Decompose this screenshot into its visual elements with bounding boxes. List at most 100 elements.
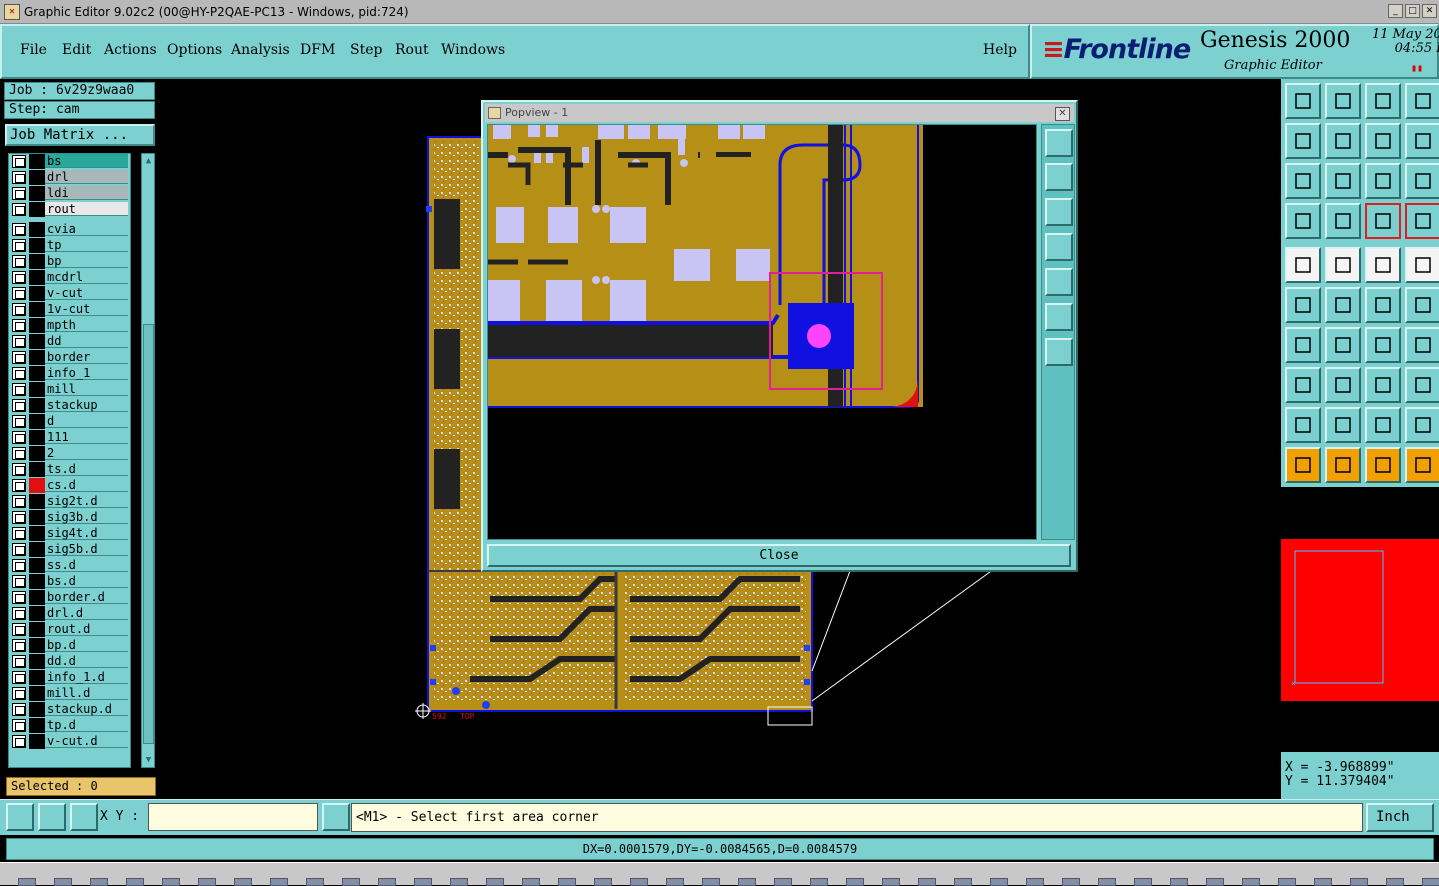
layer-row[interactable]: v-cut.d xyxy=(9,734,130,749)
layer-row[interactable]: sig4t.d xyxy=(9,526,130,541)
layer-name[interactable]: v-cut xyxy=(45,286,128,300)
layer-display-icon[interactable] xyxy=(1365,203,1401,239)
layer-color-swatch[interactable] xyxy=(29,654,45,669)
layer-name[interactable]: ts.d xyxy=(45,462,128,476)
layer-row[interactable]: tp.d xyxy=(9,718,130,733)
scroll-down-icon[interactable]: ▼ xyxy=(143,754,154,766)
layer-name[interactable]: tp xyxy=(45,238,128,252)
probe-icon[interactable] xyxy=(1325,203,1361,239)
layer-checkbox[interactable] xyxy=(12,155,26,168)
layer-color-swatch[interactable] xyxy=(29,270,45,285)
layer-color-swatch[interactable] xyxy=(29,702,45,717)
layer-color-swatch[interactable] xyxy=(29,254,45,269)
pointer-icon[interactable] xyxy=(1285,447,1321,483)
layer-name[interactable]: bs xyxy=(45,154,128,168)
layer-row[interactable]: ss.d xyxy=(9,558,130,573)
layer-name[interactable]: sig2t.d xyxy=(45,494,128,508)
ruler-icon[interactable] xyxy=(1365,247,1401,283)
layer-checkbox[interactable] xyxy=(12,203,26,216)
layer-checkbox[interactable] xyxy=(12,187,26,200)
layer-color-swatch[interactable] xyxy=(29,202,45,217)
layer-checkbox[interactable] xyxy=(12,479,26,492)
snap-mode-icon[interactable] xyxy=(6,803,34,831)
popview-pan-right-icon[interactable] xyxy=(1045,268,1073,296)
layer-name[interactable]: 111 xyxy=(45,430,128,444)
unit-selector[interactable]: Inch xyxy=(1366,803,1434,832)
layer-checkbox[interactable] xyxy=(12,303,26,316)
popview-zoom-home-icon[interactable] xyxy=(1045,338,1073,366)
connect-nodes-icon[interactable] xyxy=(1285,287,1321,323)
settings-tool-icon[interactable] xyxy=(1285,203,1321,239)
layer-color-swatch[interactable] xyxy=(29,186,45,201)
layer-row[interactable]: mcdrl xyxy=(9,270,130,285)
layer-row[interactable]: mill.d xyxy=(9,686,130,701)
split-view-icon[interactable] xyxy=(1405,83,1439,119)
layer-row[interactable]: mpth xyxy=(9,318,130,333)
popview-zoom-in-icon[interactable] xyxy=(1045,129,1073,157)
layer-name[interactable]: dd xyxy=(45,334,128,348)
layer-checkbox[interactable] xyxy=(12,703,26,716)
layer-checkbox[interactable] xyxy=(12,399,26,412)
layer-name[interactable]: border.d xyxy=(45,590,128,604)
layer-checkbox[interactable] xyxy=(12,575,26,588)
layer-checkbox[interactable] xyxy=(12,559,26,572)
peak-line-icon[interactable] xyxy=(1405,407,1439,443)
overview-map[interactable]: × xyxy=(1281,487,1439,752)
popview-pan-left-icon[interactable] xyxy=(1045,233,1073,261)
layer-row[interactable]: d xyxy=(9,414,130,429)
layer-color-swatch[interactable] xyxy=(29,734,45,749)
layer-color-swatch[interactable] xyxy=(29,478,45,493)
xy-input[interactable] xyxy=(148,803,318,831)
route-icon[interactable] xyxy=(1405,447,1439,483)
layer-checkbox[interactable] xyxy=(12,543,26,556)
home-view-icon[interactable] xyxy=(1365,83,1401,119)
pointer-box-icon[interactable] xyxy=(1325,447,1361,483)
layer-checkbox[interactable] xyxy=(12,511,26,524)
layer-row[interactable]: drl.d xyxy=(9,606,130,621)
close-window-button[interactable]: ✕ xyxy=(1422,4,1437,18)
layer-color-swatch[interactable] xyxy=(29,574,45,589)
popview-close-icon[interactable]: ✕ xyxy=(1055,107,1070,121)
circle-pad-icon[interactable] xyxy=(1405,247,1439,283)
layer-color-swatch[interactable] xyxy=(29,398,45,413)
trace-edit-icon[interactable] xyxy=(1325,367,1361,403)
layer-row[interactable]: sig3b.d xyxy=(9,510,130,525)
layer-color-swatch[interactable] xyxy=(29,606,45,621)
grid-mode-icon[interactable] xyxy=(38,803,66,831)
layer-compare-icon[interactable] xyxy=(1405,203,1439,239)
layer-name[interactable]: drl xyxy=(45,170,128,184)
zoom-fit-icon[interactable] xyxy=(1285,163,1321,199)
layer-color-swatch[interactable] xyxy=(29,670,45,685)
layer-checkbox[interactable] xyxy=(12,367,26,380)
layer-row[interactable]: drl xyxy=(9,170,130,185)
send-up-icon[interactable] xyxy=(1285,83,1321,119)
popview-close-button[interactable]: Close xyxy=(487,544,1071,567)
layer-name[interactable]: 1v-cut xyxy=(45,302,128,316)
layer-row[interactable]: sig5b.d xyxy=(9,542,130,557)
layer-name[interactable]: rout.d xyxy=(45,622,128,636)
layer-checkbox[interactable] xyxy=(12,171,26,184)
layer-name[interactable]: bs.d xyxy=(45,574,128,588)
slope-edit-icon[interactable] xyxy=(1285,327,1321,363)
layer-checkbox[interactable] xyxy=(12,623,26,636)
layer-checkbox[interactable] xyxy=(12,527,26,540)
layer-list-scrollbar[interactable]: ▲ ▼ xyxy=(141,153,155,768)
layer-color-swatch[interactable] xyxy=(29,686,45,701)
popview-canvas[interactable] xyxy=(487,124,1037,540)
layer-name[interactable]: rout xyxy=(45,202,128,216)
layer-color-swatch[interactable] xyxy=(29,622,45,637)
layer-color-swatch[interactable] xyxy=(29,414,45,429)
zoom-center-icon[interactable] xyxy=(1325,163,1361,199)
layer-name[interactable]: bp.d xyxy=(45,638,128,652)
layer-row[interactable]: cvia xyxy=(9,222,130,237)
send-down-icon[interactable] xyxy=(1325,83,1361,119)
layer-checkbox[interactable] xyxy=(12,719,26,732)
layer-name[interactable]: dd.d xyxy=(45,654,128,668)
layer-checkbox[interactable] xyxy=(12,671,26,684)
layer-color-swatch[interactable] xyxy=(29,494,45,509)
layer-checkbox[interactable] xyxy=(12,639,26,652)
layer-name[interactable]: mill.d xyxy=(45,686,128,700)
layer-color-swatch[interactable] xyxy=(29,718,45,733)
layer-row[interactable]: info_1.d xyxy=(9,670,130,685)
layer-color-swatch[interactable] xyxy=(29,510,45,525)
